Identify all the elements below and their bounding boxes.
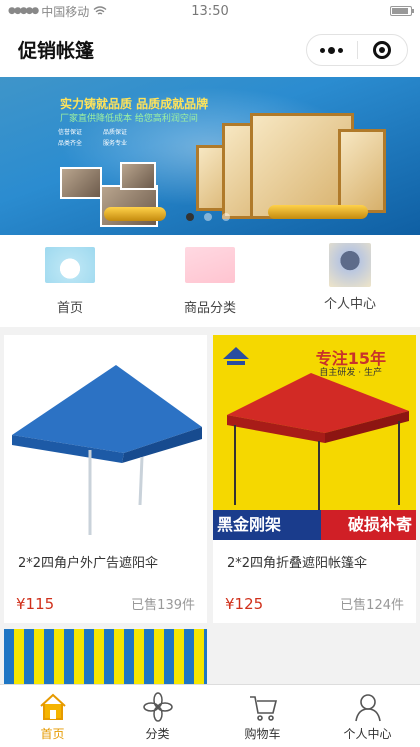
product-name: 2*2四角折叠遮阳帐篷伞 [227,556,368,571]
product-meta: ¥115 已售139件 [16,594,195,613]
quick-nav-label: 商品分类 [183,301,236,316]
banner-carousel[interactable]: 实力铸就品质 品质成就品牌 厂家直供降低成本 给您高利润空间 信誉保证 品质保证… [0,77,420,235]
close-mini-program-button[interactable] [358,35,408,65]
tab-cart[interactable]: 购物车 [210,685,315,747]
product-card[interactable] [4,629,207,685]
banner-check-item: 品类齐全 [58,140,83,147]
target-icon [373,41,392,59]
product-name: 2*2四角户外广告遮阳伞 [18,556,159,571]
more-options-button[interactable] [307,35,357,65]
banner-headline: 实力铸就品质 品质成就品牌 [60,97,209,111]
quick-nav: 首页 商品分类 个人中心 [0,235,420,327]
product-grid: 2*2四角户外广告遮阳伞 ¥115 已售139件 专注15年 自主研发 · 生产… [0,335,420,685]
category-icon [142,692,173,722]
tab-label: 分类 [145,727,170,741]
banner-subline: 厂家直供降低成本 给您高利润空间 [60,114,198,124]
tab-home[interactable]: 首页 [0,685,105,747]
tab-bar: 首页 分类 购物车 个人中心 [0,684,420,747]
carousel-dot[interactable] [222,213,230,221]
gold-coins [268,205,368,219]
quick-nav-category[interactable]: 商品分类 [140,235,280,327]
product-meta: ¥125 已售124件 [225,594,404,613]
mini-program-capsule [306,34,408,66]
banner-photo [120,162,156,190]
quick-nav-profile[interactable]: 个人中心 [280,235,420,327]
status-right [390,6,414,16]
product-price: ¥125 [225,595,264,613]
product-sold-count: 已售124件 [340,598,404,613]
status-time: 13:50 [191,3,229,19]
product-sold-count: 已售139件 [131,598,195,613]
promo-strip-right: 破损补寄 [321,510,416,540]
product-image [4,335,207,540]
tab-category[interactable]: 分类 [105,685,210,747]
banner-checklist: 信誉保证 品质保证 品类齐全 服务专业 [58,127,144,147]
cart-icon [249,696,277,721]
page-title: 促销帐篷 [18,40,95,62]
quick-nav-label: 首页 [56,301,83,316]
person-icon [354,694,381,722]
category-thumb-icon [185,247,235,283]
carousel-dot[interactable] [186,213,194,221]
home-thumb-icon [45,247,95,283]
carousel-dots [186,213,230,221]
more-dot-icon [338,47,344,53]
status-bar: ●●●●● 中国移动 13:50 [0,0,420,22]
quick-nav-label: 个人中心 [323,297,376,312]
promo-strip-left: 黑金刚架 [213,510,321,540]
product-image [4,629,207,685]
gold-coins [104,207,166,221]
certificate-plaque [338,129,386,213]
more-dot-icon [320,47,326,53]
banner-photo [60,167,102,199]
blue-tent-illustration [12,365,202,535]
battery-icon [390,6,414,16]
banner-check-item: 信誉保证 [58,129,83,136]
product-price: ¥115 [16,595,55,613]
home-icon [39,693,66,720]
banner-check-item: 品质保证 [103,129,128,136]
product-image: 专注15年 自主研发 · 生产 黑金刚架 破损补寄 [213,335,416,540]
product-card[interactable]: 专注15年 自主研发 · 生产 黑金刚架 破损补寄 2*2四角折叠遮阳帐篷伞 ¥… [213,335,416,623]
carousel-dot[interactable] [204,213,212,221]
more-dot-icon [328,46,336,54]
tab-profile[interactable]: 个人中心 [315,685,420,747]
tab-label: 首页 [40,727,65,741]
banner-check-item: 服务专业 [103,140,128,147]
nav-bar: 促销帐篷 [0,22,420,77]
tab-label: 个人中心 [343,727,392,741]
quick-nav-home[interactable]: 首页 [0,235,140,327]
profile-thumb-icon [329,243,371,287]
tab-label: 购物车 [244,727,281,741]
product-card[interactable]: 2*2四角户外广告遮阳伞 ¥115 已售139件 [4,335,207,623]
